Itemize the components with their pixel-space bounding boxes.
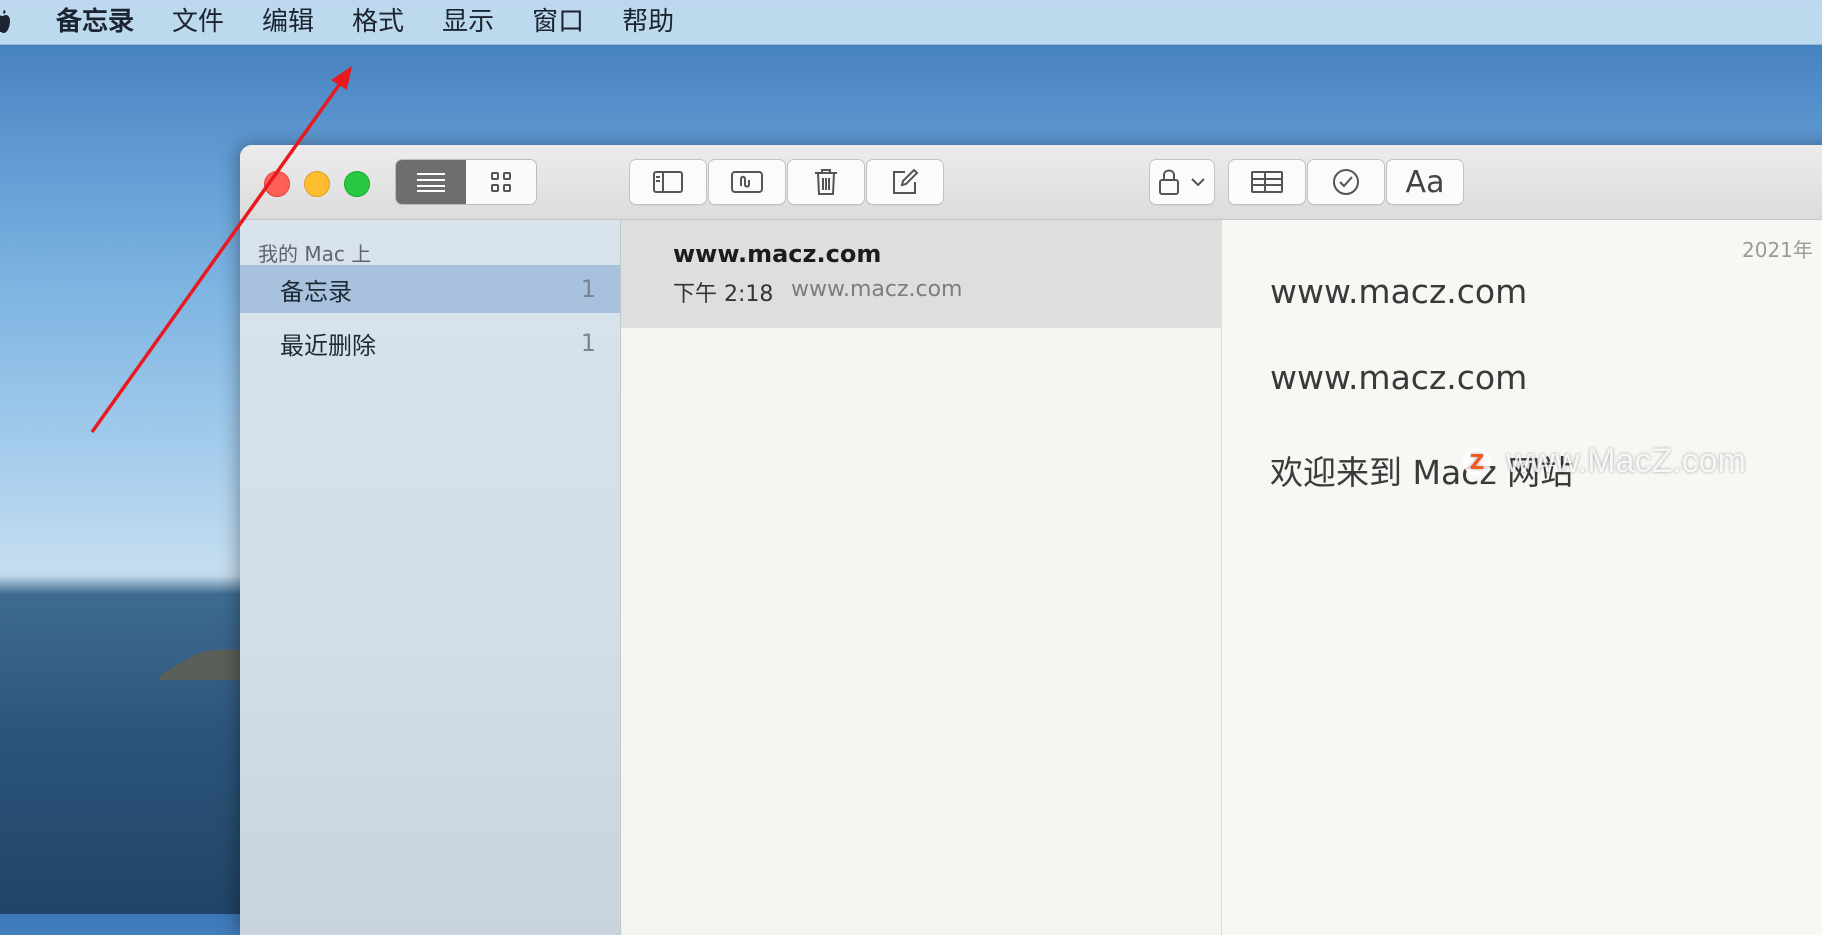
compose-icon bbox=[893, 168, 919, 194]
view-mode-segmented-control bbox=[395, 159, 537, 205]
note-body-line[interactable]: www.macz.com bbox=[1270, 358, 1527, 397]
watermark: Z www.MacZ.com bbox=[1462, 442, 1746, 481]
sidebar-item-label: 最近删除 bbox=[280, 331, 376, 360]
note-title: www.macz.com bbox=[673, 240, 882, 268]
maximize-button[interactable] bbox=[344, 171, 370, 197]
apple-icon[interactable] bbox=[0, 9, 10, 35]
checkmark-circle-icon bbox=[1333, 169, 1359, 195]
format-button[interactable]: Aa bbox=[1386, 159, 1464, 205]
lock-button[interactable] bbox=[1149, 159, 1215, 205]
format-aa-label: Aa bbox=[1405, 164, 1445, 200]
table-button[interactable] bbox=[1228, 159, 1306, 205]
grid-icon bbox=[491, 172, 511, 192]
note-body-line[interactable]: www.macz.com bbox=[1270, 272, 1527, 311]
delete-button[interactable] bbox=[787, 159, 865, 205]
svg-text:Z: Z bbox=[1470, 450, 1485, 474]
checklist-button[interactable] bbox=[1307, 159, 1385, 205]
attachments-button[interactable] bbox=[708, 159, 786, 205]
chevron-down-icon bbox=[1191, 178, 1205, 187]
gallery-view-button[interactable] bbox=[466, 160, 536, 204]
note-list-item[interactable]: www.macz.com 下午 2:18 www.macz.com bbox=[621, 220, 1221, 328]
menu-format[interactable]: 格式 bbox=[352, 0, 404, 44]
note-editor[interactable]: 2021年 www.macz.com www.macz.com 欢迎来到 Mac… bbox=[1222, 220, 1822, 935]
menu-file[interactable]: 文件 bbox=[172, 0, 224, 44]
table-icon bbox=[1251, 171, 1283, 193]
menu-help[interactable]: 帮助 bbox=[622, 0, 674, 44]
list-view-button[interactable] bbox=[396, 160, 466, 204]
close-button[interactable] bbox=[264, 171, 290, 197]
menu-bar: 备忘录 文件 编辑 格式 显示 窗口 帮助 bbox=[0, 0, 1822, 45]
sidebar-item-label: 备忘录 bbox=[280, 277, 352, 306]
note-date: 2021年 bbox=[1742, 238, 1813, 262]
paperclip-icon bbox=[731, 171, 763, 193]
menu-window[interactable]: 窗口 bbox=[532, 0, 584, 44]
folder-sidebar: 我的 Mac 上 备忘录 1 最近删除 1 bbox=[240, 220, 621, 935]
sidebar-item-recently-deleted[interactable]: 最近删除 1 bbox=[240, 319, 620, 367]
note-snippet: www.macz.com bbox=[791, 277, 963, 302]
new-note-button[interactable] bbox=[866, 159, 944, 205]
sidebar-item-notes[interactable]: 备忘录 1 bbox=[240, 265, 620, 313]
list-icon bbox=[417, 173, 445, 192]
toggle-sidebar-button[interactable] bbox=[629, 159, 707, 205]
window-toolbar: Aa bbox=[240, 145, 1822, 220]
note-list: www.macz.com 下午 2:18 www.macz.com bbox=[621, 220, 1222, 935]
note-time: 下午 2:18 bbox=[673, 282, 774, 307]
sidebar-section-header: 我的 Mac 上 bbox=[258, 242, 372, 266]
sidebar-icon bbox=[653, 171, 683, 193]
sidebar-item-count: 1 bbox=[580, 329, 596, 357]
sidebar-item-count: 1 bbox=[580, 275, 596, 303]
desktop-island-image bbox=[160, 649, 240, 680]
menu-edit[interactable]: 编辑 bbox=[262, 0, 314, 44]
menu-view[interactable]: 显示 bbox=[442, 0, 494, 44]
lock-icon bbox=[1159, 169, 1179, 195]
menu-app-name[interactable]: 备忘录 bbox=[56, 0, 134, 44]
watermark-text: www.MacZ.com bbox=[1506, 442, 1746, 480]
trash-icon bbox=[815, 169, 837, 195]
minimize-button[interactable] bbox=[304, 171, 330, 197]
notes-window: Aa 我的 Mac 上 备忘录 1 最近删除 1 www.macz.com 下午… bbox=[240, 145, 1822, 935]
macz-logo-icon: Z bbox=[1463, 447, 1491, 476]
